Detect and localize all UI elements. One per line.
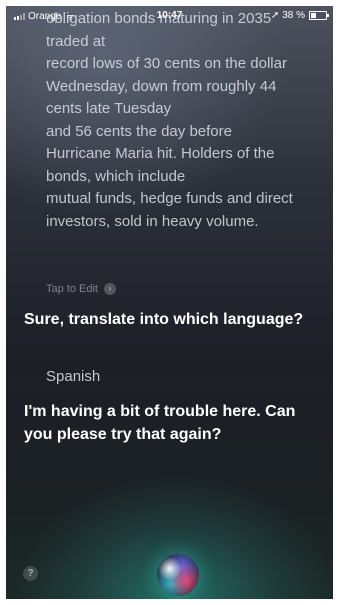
dictated-transcript[interactable]: obligation bonds maturing in 2035 traded… — [46, 8, 328, 233]
battery-icon — [309, 11, 329, 20]
transcript-line: traded at — [46, 32, 106, 50]
status-bar: Orange ᯤ 10:47 ➚ 38 % — [6, 6, 333, 26]
transcript-line: Hurricane Maria hit. Holders of the — [46, 145, 275, 162]
transcript-line: and 56 cents the day before — [46, 122, 232, 140]
transcript-line: record lows of 30 cents on the dollar — [46, 55, 287, 72]
help-button[interactable]: ? — [23, 566, 38, 581]
siri-listen-button[interactable] — [157, 554, 199, 596]
chevron-right-icon: › — [103, 283, 116, 295]
transcript-line: investors, sold in heavy volume. — [46, 212, 259, 230]
battery-fill — [311, 13, 317, 18]
location-icon: ➚ — [270, 10, 280, 21]
user-reply-text[interactable]: Spanish — [46, 368, 100, 385]
transcript-line: bonds, which include — [46, 167, 186, 185]
siri-screen: Orange ᯤ 10:47 ➚ 38 % obligation bonds m… — [6, 6, 333, 599]
transcript-line: Wednesday, down from roughly 44 — [46, 77, 277, 95]
siri-error-text: I'm having a bit of trouble here. Can yo… — [24, 403, 296, 443]
transcript-line: mutual funds, hedge funds and direct — [46, 190, 293, 207]
siri-prompt-text: Sure, translate into which language? — [24, 311, 304, 328]
status-right: ➚ 38 % — [270, 10, 329, 21]
tap-to-edit-button[interactable]: Tap to Edit › — [46, 283, 116, 295]
tap-to-edit-label: Tap to Edit — [46, 283, 98, 295]
transcript-line: cents late Tuesday — [46, 100, 172, 117]
battery-percent: 38 % — [282, 10, 305, 21]
